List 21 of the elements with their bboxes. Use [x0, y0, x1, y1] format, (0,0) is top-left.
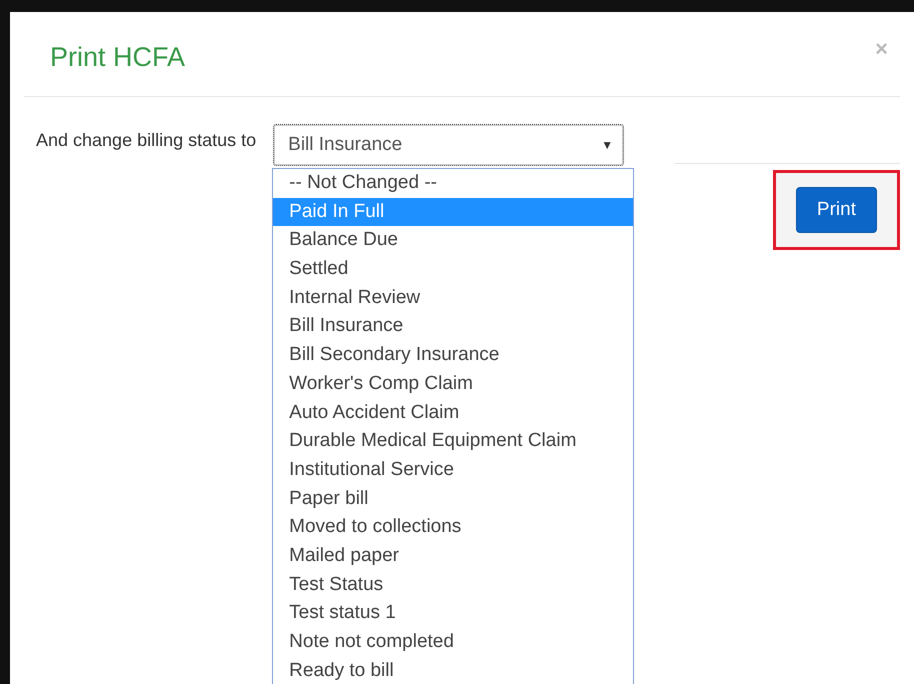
dropdown-option[interactable]: Settled [273, 255, 634, 284]
dropdown-option[interactable]: Ready to bill [273, 656, 634, 684]
dropdown-option[interactable]: Balance Due [273, 226, 634, 256]
status-select[interactable]: Bill Insurance ▼ [273, 124, 624, 166]
dropdown-option[interactable]: Test status 1 [273, 599, 634, 628]
dropdown-option[interactable]: Moved to collections [273, 513, 634, 542]
dropdown-option[interactable]: Bill Secondary Insurance [273, 341, 634, 370]
dropdown-option[interactable]: Test Status [273, 570, 634, 600]
dropdown-option[interactable]: Internal Review [273, 284, 634, 312]
field-label: And change billing status to [36, 130, 256, 151]
dialog-title: Print HCFA [50, 42, 186, 72]
dropdown-option[interactable]: Mailed paper [273, 542, 634, 571]
dropdown-option[interactable]: Paper bill [273, 484, 634, 514]
dropdown-option[interactable]: Bill Insurance [273, 312, 634, 342]
print-button[interactable]: Print [796, 187, 877, 233]
dropdown-option[interactable]: Institutional Service [273, 456, 634, 485]
dropdown-option[interactable]: Worker's Comp Claim [273, 370, 634, 398]
dropdown-option[interactable]: Durable Medical Equipment Claim [273, 427, 634, 456]
dropdown-option[interactable]: -- Not Changed -- [273, 169, 634, 198]
dropdown-option[interactable]: Auto Accident Claim [273, 398, 634, 428]
dropdown-option[interactable]: Note not completed [273, 628, 634, 657]
